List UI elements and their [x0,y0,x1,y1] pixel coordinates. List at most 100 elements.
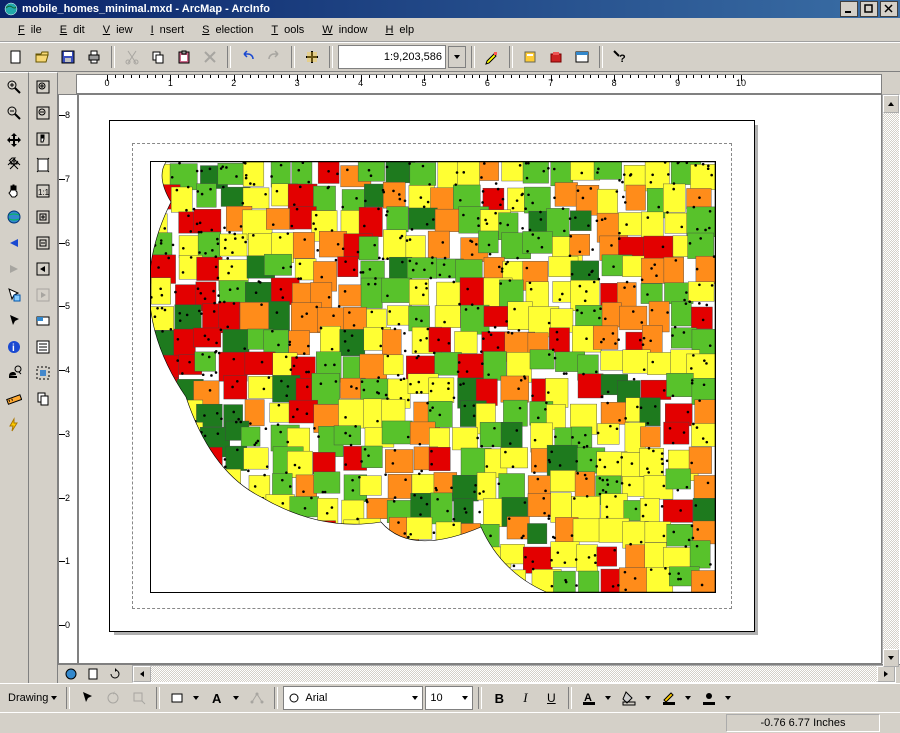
layout-fixed-zoom-in-button[interactable] [31,205,55,229]
shape-dropdown[interactable] [189,686,203,710]
minimize-button[interactable] [840,1,858,17]
select-graphic-button[interactable] [75,686,99,710]
scroll-right-button[interactable] [877,666,895,682]
layout-canvas[interactable] [78,94,882,664]
text-dropdown[interactable] [229,686,243,710]
copy-button[interactable] [146,45,170,69]
editor-toolbar-button[interactable] [480,45,504,69]
rotate-button[interactable] [101,686,125,710]
underline-button[interactable]: U [539,686,563,710]
scale-input[interactable]: 1:9,203,586 [338,45,446,69]
zoom-to-selected-button[interactable] [127,686,151,710]
layout-zoom-in-button[interactable] [31,75,55,99]
layout-prev-extent-button[interactable] [31,257,55,281]
data-frame[interactable] [150,161,716,593]
edit-vertices-button[interactable] [245,686,269,710]
scroll-left-button[interactable] [133,666,151,682]
data-view-button[interactable] [62,666,80,682]
layout-next-extent-button[interactable] [31,283,55,307]
help-button[interactable]: ? [608,45,632,69]
zoom-100-button[interactable]: 1:1 [31,179,55,203]
bold-button[interactable]: B [487,686,511,710]
zoom-control-button[interactable] [31,309,55,333]
map-choropleth [151,162,715,592]
delete-button[interactable] [198,45,222,69]
title-bar: mobile_homes_minimal.mxd - ArcMap - ArcI… [0,0,900,18]
redo-button[interactable] [262,45,286,69]
menu-tools[interactable]: Tools [259,23,310,37]
add-data-button[interactable] [300,45,324,69]
svg-text:?: ? [619,53,626,65]
standard-toolbar: 1:9,203,586 ? [0,42,900,72]
scroll-up-button[interactable] [883,95,899,113]
font-name-combo[interactable]: Arial [283,686,423,710]
select-features-button[interactable] [2,283,26,307]
zoom-out-button[interactable] [2,101,26,125]
change-layout-button[interactable] [31,387,55,411]
zoom-in-button[interactable] [2,75,26,99]
menu-help[interactable]: Help [373,23,420,37]
vertical-scrollbar[interactable] [882,94,900,664]
select-elements-button[interactable] [2,309,26,333]
layout-toolbar: 1:1 [29,72,58,683]
full-extent-button[interactable] [2,205,26,229]
menu-file[interactable]: File [6,23,48,37]
horizontal-scrollbar[interactable] [132,665,896,683]
font-color-dropdown[interactable] [601,686,615,710]
font-size-combo[interactable]: 10 [425,686,473,710]
menu-window[interactable]: Window [310,23,373,37]
vertical-ruler: 012345678 [58,94,78,664]
menu-selection[interactable]: Selection [190,23,259,37]
identify-button[interactable]: i [2,335,26,359]
menu-insert[interactable]: Insert [139,23,191,37]
toggle-draft-mode-button[interactable] [31,335,55,359]
fixed-zoom-out-button[interactable] [2,153,26,177]
line-color-button[interactable] [657,686,681,710]
next-extent-button[interactable] [2,257,26,281]
layout-view-button[interactable] [84,666,102,682]
scroll-down-button[interactable] [883,649,899,667]
find-button[interactable] [2,361,26,385]
cut-button[interactable] [120,45,144,69]
marker-color-button[interactable] [697,686,721,710]
undo-button[interactable] [236,45,260,69]
coordinates-readout: -0.76 6.77 Inches [726,714,880,732]
menu-edit[interactable]: Edit [48,23,91,37]
font-color-button[interactable]: A [577,686,601,710]
new-rectangle-button[interactable] [165,686,189,710]
layout-zoom-out-button[interactable] [31,101,55,125]
scale-dropdown[interactable] [448,46,466,68]
horizontal-ruler: 012345678910 [76,74,882,94]
new-text-button[interactable]: A [205,686,229,710]
fill-color-button[interactable] [617,686,641,710]
drawing-menu[interactable]: Drawing [4,690,61,706]
arccatalog-button[interactable] [518,45,542,69]
window-title: mobile_homes_minimal.mxd - ArcMap - ArcI… [22,3,838,15]
marker-color-dropdown[interactable] [721,686,735,710]
paste-button[interactable] [172,45,196,69]
close-button[interactable] [880,1,898,17]
line-color-dropdown[interactable] [681,686,695,710]
previous-extent-button[interactable] [2,231,26,255]
pan-button[interactable] [2,179,26,203]
layout-pan-button[interactable] [31,127,55,151]
fill-color-dropdown[interactable] [641,686,655,710]
command-line-button[interactable] [570,45,594,69]
save-button[interactable] [56,45,80,69]
open-button[interactable] [30,45,54,69]
measure-button[interactable] [2,387,26,411]
menu-view[interactable]: View [91,23,139,37]
layout-fixed-zoom-out-button[interactable] [31,231,55,255]
svg-text:i: i [12,343,15,354]
status-bar: -0.76 6.77 Inches [0,712,900,733]
zoom-whole-page-button[interactable] [31,153,55,177]
refresh-button[interactable] [106,666,124,682]
hyperlink-button[interactable] [2,413,26,437]
arctoolbox-button[interactable] [544,45,568,69]
new-button[interactable] [4,45,28,69]
maximize-button[interactable] [860,1,878,17]
italic-button[interactable]: I [513,686,537,710]
print-button[interactable] [82,45,106,69]
fixed-zoom-in-button[interactable] [2,127,26,151]
focus-data-frame-button[interactable] [31,361,55,385]
